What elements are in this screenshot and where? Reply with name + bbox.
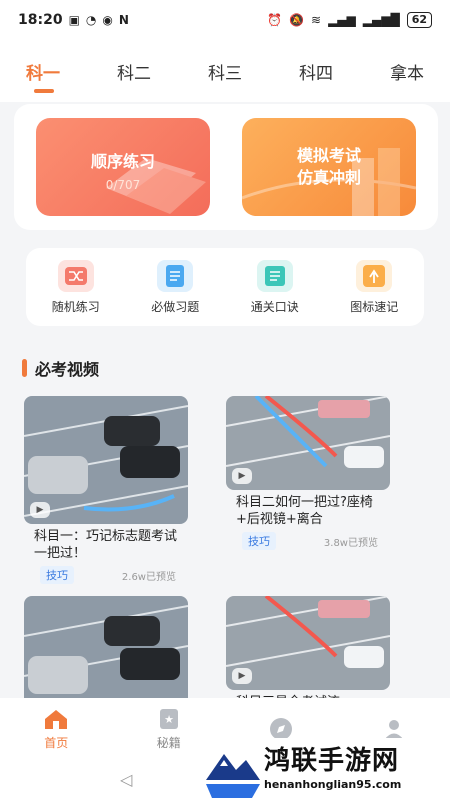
parking-lot-image <box>24 596 188 698</box>
tab-label: 拿本 <box>390 63 424 84</box>
video-tag: 技巧 <box>242 532 276 550</box>
random-practice-label: 随机练习 <box>51 299 100 314</box>
sequential-practice-button[interactable]: 顺序练习 0/707 <box>36 118 210 216</box>
sign-memory-button[interactable]: 图标速记 <box>329 259 419 315</box>
quick-actions: 随机练习 必做习题 通关口诀 图标速记 <box>26 248 424 326</box>
play-icon: ▶ <box>30 502 50 518</box>
pass-tips-button[interactable]: 通关口诀 <box>230 259 320 315</box>
video-thumbnail <box>24 596 188 698</box>
nav-secrets-label: 秘籍 <box>156 735 181 750</box>
tab-active-indicator <box>34 88 54 93</box>
mute-icon: 🔕 <box>289 13 305 27</box>
status-time: 18:20 <box>18 12 63 28</box>
watermark: 鸿联手游网 henanhonglian95.com <box>200 738 450 800</box>
mock-exam-title-line2: 仿真冲刺 <box>296 168 361 187</box>
pass-tips-label: 通关口诀 <box>250 299 299 314</box>
svg-text:★: ★ <box>164 713 174 726</box>
video-title: 科目二如何一把过?座椅+后视镜+离合 <box>236 495 373 527</box>
tab-subject-2[interactable]: 科二 <box>117 59 151 84</box>
tab-license[interactable]: 拿本 <box>390 59 424 84</box>
star-book-icon: ★ <box>159 708 178 729</box>
nav-home[interactable]: 首页 <box>16 708 96 751</box>
wifi-icon: ≋ <box>311 13 322 27</box>
video-thumbnail: ▶ <box>226 396 390 490</box>
section-accent-bar <box>22 359 27 377</box>
notes-icon <box>256 259 293 292</box>
sign-arrow-icon <box>356 259 393 292</box>
app-notification-icon: ▣ <box>68 13 80 27</box>
tab-label: 科三 <box>208 63 242 84</box>
video-thumbnail: ▶ <box>226 596 390 690</box>
tab-subject-3[interactable]: 科三 <box>208 59 242 84</box>
play-icon: ▶ <box>232 468 252 484</box>
battery-indicator: 62 <box>406 12 432 28</box>
tab-label: 科一 <box>26 63 60 84</box>
tab-label: 科二 <box>117 63 151 84</box>
practice-card: 顺序练习 0/707 模拟考试 仿真冲刺 <box>14 104 438 230</box>
back-key-icon[interactable]: ◁ <box>120 770 132 789</box>
nav-secrets[interactable]: ★ 秘籍 <box>129 708 209 751</box>
video-card-2[interactable]: ▶ 科目二如何一把过?座椅+后视镜+离合 技巧 3.8w已预览 <box>226 396 390 550</box>
video-views: 3.8w已预览 <box>323 537 378 549</box>
signal-4g-icon: ▂▄▆ <box>328 13 356 27</box>
tab-label: 科四 <box>299 63 333 84</box>
watermark-url: henanhonglian95.com <box>264 778 402 791</box>
video-card-3[interactable] <box>24 596 188 698</box>
alarm-icon: ⏰ <box>267 13 283 27</box>
video-title: 科目一：巧记标志题考试一把过！ <box>34 529 178 561</box>
mock-exam-button[interactable]: 模拟考试 仿真冲刺 <box>242 118 416 216</box>
watermark-text: 鸿联手游网 <box>264 746 400 776</box>
video-card-4[interactable]: ▶ 科目三最全考试流 <box>226 596 390 706</box>
section-header: 必考视频 <box>22 356 99 380</box>
mock-exam-title-line1: 模拟考试 <box>296 146 361 165</box>
status-bar: 18:20 ▣ ◔ ◉ N ⏰ 🔕 ≋ ▂▄▆ ▂▄▆█ 62 <box>0 0 450 40</box>
video-tag: 技巧 <box>40 566 74 584</box>
signal-icon: ▂▄▆█ <box>362 13 400 27</box>
must-do-exercises-label: 必做习题 <box>151 299 200 314</box>
tab-subject-4[interactable]: 科四 <box>299 59 333 84</box>
document-icon <box>157 259 194 292</box>
sequential-practice-title: 顺序练习 <box>90 152 155 171</box>
speed-icon: ◔ <box>85 13 97 27</box>
eye-icon: ◉ <box>102 13 113 27</box>
video-views: 2.6w已预览 <box>121 571 176 583</box>
tab-subject-1[interactable]: 科一 <box>26 59 60 93</box>
sign-memory-label: 图标速记 <box>350 299 399 314</box>
section-title: 必考视频 <box>35 360 100 379</box>
video-card-1[interactable]: ▶ 科目一：巧记标志题考试一把过！ 技巧 2.6w已预览 <box>24 396 188 584</box>
home-icon <box>45 709 68 729</box>
sequential-progress: 0/707 <box>105 178 141 192</box>
shuffle-icon <box>57 259 94 292</box>
video-thumbnail: ▶ <box>24 396 188 524</box>
watermark-logo-icon <box>206 754 260 798</box>
random-practice-button[interactable]: 随机练习 <box>31 259 121 315</box>
nav-home-label: 首页 <box>44 735 69 750</box>
nfc-icon: N <box>118 13 129 27</box>
must-do-exercises-button[interactable]: 必做习题 <box>130 259 220 315</box>
subject-tabs: 科一 科二 科三 科四 拿本 <box>0 40 450 102</box>
play-icon: ▶ <box>232 668 252 684</box>
